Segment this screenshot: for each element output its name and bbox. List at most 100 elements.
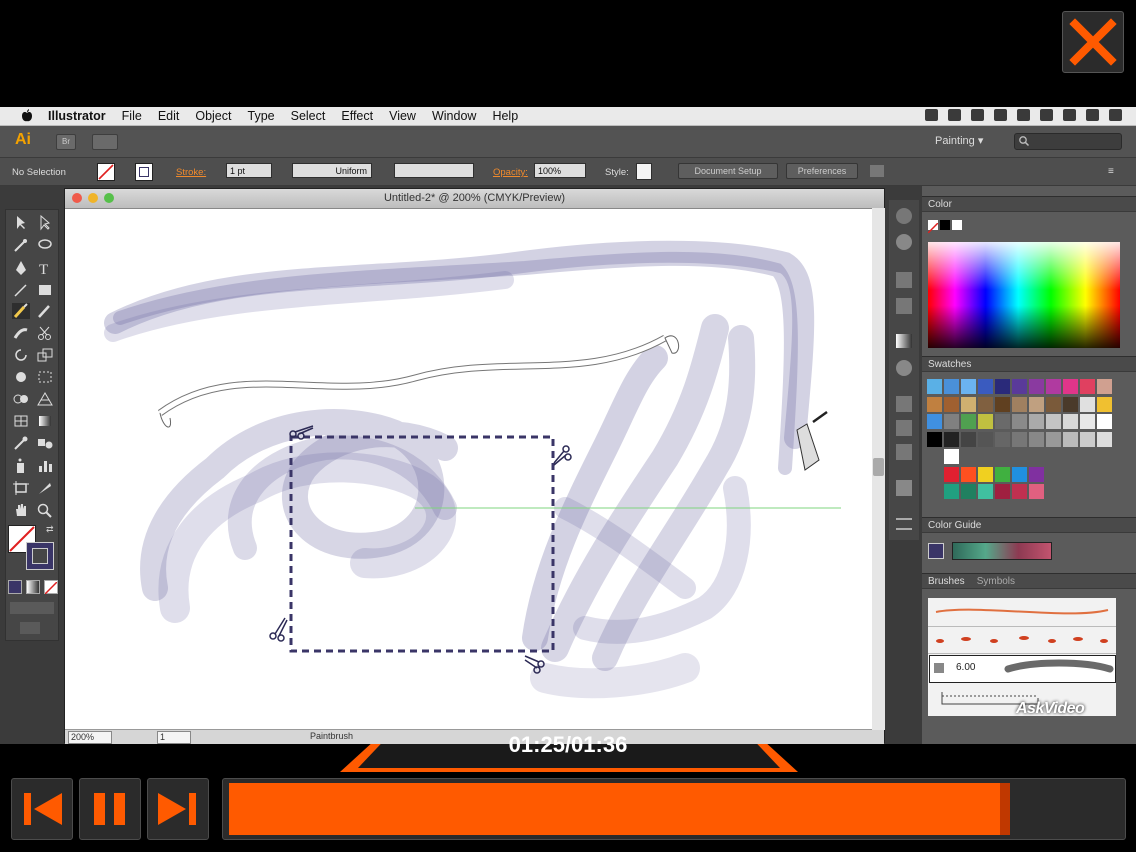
- swatch[interactable]: [1012, 431, 1027, 447]
- swatch[interactable]: [1046, 414, 1061, 429]
- swatch[interactable]: [944, 466, 959, 482]
- panel-menu-icon[interactable]: ≡: [1108, 166, 1114, 177]
- swatch[interactable]: [995, 466, 1010, 482]
- swatch[interactable]: [1097, 431, 1112, 447]
- brush-item-scatter[interactable]: [928, 627, 1116, 654]
- progress-handle[interactable]: [999, 783, 1010, 835]
- swatch[interactable]: [978, 431, 993, 447]
- swatch[interactable]: [1080, 414, 1095, 429]
- arrange-documents-button[interactable]: [92, 134, 118, 150]
- swatch[interactable]: [1029, 396, 1044, 412]
- paintbrush-tool-icon[interactable]: [12, 303, 30, 319]
- swatch[interactable]: [944, 379, 959, 394]
- stroke-label[interactable]: Stroke:: [176, 167, 206, 178]
- shape-builder-tool-icon[interactable]: [12, 391, 30, 407]
- brushes-panel-tab[interactable]: Brushes Symbols: [922, 573, 1136, 589]
- color-guide-base-color[interactable]: [928, 543, 944, 559]
- hand-tool-icon[interactable]: [12, 502, 30, 518]
- spotlight-icon[interactable]: [1109, 109, 1122, 121]
- swatch[interactable]: [1046, 431, 1061, 447]
- pathfinder-icon[interactable]: [896, 444, 912, 460]
- menu-view[interactable]: View: [389, 109, 416, 123]
- swatch[interactable]: [927, 414, 942, 429]
- minimize-window-button[interactable]: [88, 193, 98, 203]
- menu-type[interactable]: Type: [248, 109, 275, 123]
- align-panel-icon[interactable]: [896, 420, 912, 436]
- swatch[interactable]: [1046, 396, 1061, 412]
- selection-tool-icon[interactable]: [12, 215, 30, 231]
- vertical-scrollbar[interactable]: [872, 208, 885, 730]
- menu-app-name[interactable]: Illustrator: [48, 109, 106, 123]
- stroke-swatch[interactable]: [135, 163, 153, 181]
- swatch[interactable]: [995, 484, 1010, 499]
- window-icon[interactable]: [1063, 109, 1076, 121]
- help-search-input[interactable]: [1014, 133, 1122, 150]
- scrollbar-thumb[interactable]: [873, 458, 884, 476]
- screen-mode-icon[interactable]: [20, 622, 40, 634]
- menu-object[interactable]: Object: [195, 109, 231, 123]
- swatch[interactable]: [961, 431, 976, 447]
- swatch[interactable]: [978, 379, 993, 394]
- swatch[interactable]: [1012, 379, 1027, 394]
- brush-item-selected[interactable]: 6.00: [929, 655, 1116, 683]
- swatch[interactable]: [1029, 379, 1044, 394]
- menu-select[interactable]: Select: [291, 109, 326, 123]
- transparency-icon[interactable]: [896, 360, 912, 376]
- swatches-panel-tab[interactable]: Swatches: [922, 356, 1136, 372]
- symbol-sprayer-tool-icon[interactable]: [12, 458, 30, 474]
- column-graph-tool-icon[interactable]: [36, 458, 54, 474]
- display-icon[interactable]: [1017, 109, 1030, 121]
- brush-item-art[interactable]: [928, 598, 1116, 627]
- artboard-navigation-field[interactable]: 1: [157, 731, 191, 744]
- swatch[interactable]: [1012, 414, 1027, 429]
- menu-edit[interactable]: Edit: [158, 109, 180, 123]
- hat-icon[interactable]: [971, 109, 984, 121]
- artboard-canvas[interactable]: [65, 208, 873, 729]
- blend-tool-icon[interactable]: [36, 435, 54, 451]
- none-mode-icon[interactable]: [44, 580, 58, 595]
- stroke-weight-field[interactable]: 1 pt: [226, 163, 272, 178]
- swatch[interactable]: [1063, 379, 1078, 394]
- swatch[interactable]: [944, 414, 959, 429]
- swatch[interactable]: [1063, 396, 1078, 412]
- swatch[interactable]: [1029, 484, 1044, 499]
- swatch[interactable]: [1097, 379, 1112, 394]
- puppet-warp-tool-icon[interactable]: [12, 369, 30, 385]
- align-icon[interactable]: [870, 165, 884, 177]
- swatch[interactable]: [1080, 396, 1095, 412]
- color-panel-tab[interactable]: Color: [922, 196, 1136, 212]
- progress-track[interactable]: [222, 778, 1126, 840]
- gradient-tool-icon[interactable]: [36, 413, 54, 429]
- gradient-panel-icon[interactable]: [896, 334, 912, 348]
- swatch[interactable]: [995, 431, 1010, 447]
- layers-icon[interactable]: [896, 480, 912, 496]
- swatch[interactable]: [1029, 466, 1044, 482]
- swatch[interactable]: [978, 396, 993, 412]
- zoom-tool-icon[interactable]: [36, 502, 54, 518]
- appearance-icon[interactable]: [896, 272, 912, 288]
- swatch[interactable]: [1097, 396, 1112, 412]
- brushes-tab-label[interactable]: Brushes: [928, 576, 965, 587]
- symbols-tab-label[interactable]: Symbols: [977, 576, 1015, 587]
- swatch[interactable]: [961, 414, 976, 429]
- scale-tool-icon[interactable]: [36, 347, 54, 363]
- swatch[interactable]: [1029, 414, 1044, 429]
- swatch[interactable]: [1046, 379, 1061, 394]
- swatch[interactable]: [944, 396, 959, 412]
- fill-swatch-none[interactable]: [97, 163, 115, 181]
- swatch[interactable]: [995, 379, 1010, 394]
- lasso-tool-icon[interactable]: [36, 237, 54, 253]
- menu-help[interactable]: Help: [492, 109, 518, 123]
- workspace-switcher[interactable]: Painting ▾: [935, 134, 983, 147]
- swatch[interactable]: [944, 431, 959, 447]
- artboards-panel-icon[interactable]: [896, 518, 912, 530]
- line-tool-icon[interactable]: [12, 282, 30, 298]
- drawing-modes-icon[interactable]: [10, 602, 54, 614]
- swatch[interactable]: [1012, 466, 1027, 482]
- swatch[interactable]: [1063, 414, 1078, 429]
- eyedropper-tool-icon[interactable]: [12, 435, 30, 451]
- swatch[interactable]: [961, 396, 976, 412]
- variable-width-profile[interactable]: Uniform: [292, 163, 372, 178]
- swatch[interactable]: [927, 396, 942, 412]
- close-button[interactable]: [1062, 11, 1124, 73]
